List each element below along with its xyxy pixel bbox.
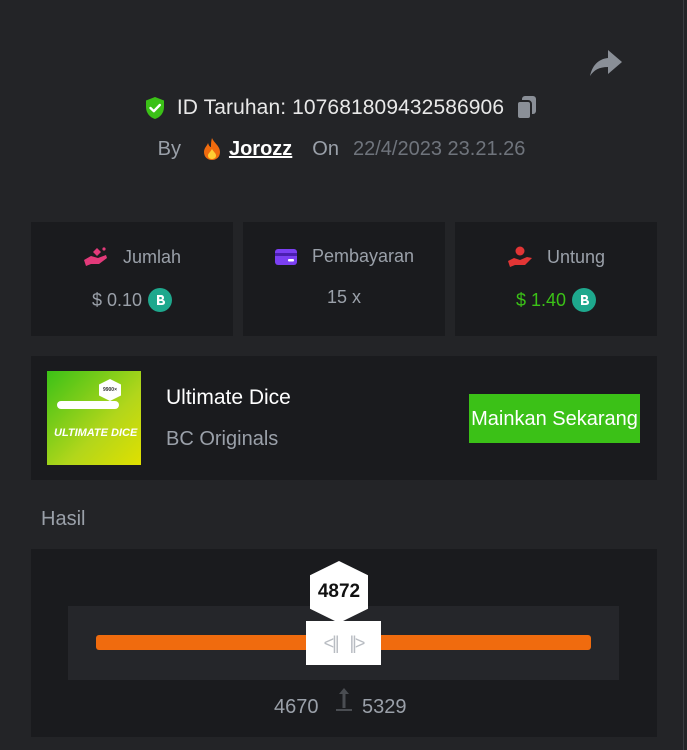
bet-hand-icon	[83, 247, 107, 266]
up-arrow-icon	[336, 688, 352, 711]
card-icon	[274, 248, 297, 265]
stat-amount: Jumlah $ 0.10	[31, 222, 233, 336]
game-card: 9900× ULTIMATE DICE Ultimate Dice BC Ori…	[31, 356, 657, 480]
result-heading: Hasil	[41, 508, 86, 530]
stat-profit: Untung $ 1.40	[455, 222, 657, 336]
verified-shield-icon	[145, 97, 164, 119]
stats-row: Jumlah $ 0.10 Pembayaran 15 x Untung $ 1…	[31, 222, 657, 336]
fire-icon	[203, 138, 220, 160]
stat-payout: Pembayaran 15 x	[243, 222, 445, 336]
game-provider: BC Originals	[166, 428, 279, 450]
slider-handle[interactable]: <|| ||>	[306, 621, 381, 665]
username-link[interactable]: Jorozz	[229, 138, 292, 161]
bet-detail-panel: ID Taruhan: 107681809432586906 By Jorozz…	[0, 0, 684, 750]
range-high: 5329	[362, 696, 407, 718]
bet-id-row: ID Taruhan: 107681809432586906	[0, 94, 683, 122]
stat-amount-label: Jumlah	[122, 246, 182, 267]
copy-icon[interactable]	[514, 94, 540, 122]
game-name: Ultimate Dice	[166, 386, 291, 409]
thumb-title: ULTIMATE DICE	[54, 427, 138, 439]
bet-date: 22/4/2023 23.21.26	[352, 137, 526, 160]
chevron-left-icon: <||	[323, 632, 340, 653]
game-thumbnail[interactable]: 9900× ULTIMATE DICE	[47, 371, 141, 465]
thumb-multiplier-badge: 9900×	[99, 379, 121, 401]
by-label: By	[157, 137, 181, 160]
bet-id-text: ID Taruhan: 107681809432586906	[176, 96, 505, 119]
chevron-right-icon: ||>	[349, 632, 366, 653]
result-panel: <|| ||> 4872 4670 5329	[31, 549, 657, 737]
on-label: On	[312, 137, 339, 160]
stat-payout-label: Pembayaran	[311, 246, 415, 266]
stat-amount-value: $ 0.10	[91, 289, 143, 310]
bc-coin-icon	[572, 288, 597, 312]
stat-payout-value: 15 x	[326, 287, 362, 307]
stat-profit-label: Untung	[546, 246, 606, 267]
range-low: 4670	[274, 696, 319, 718]
share-icon[interactable]	[588, 48, 624, 78]
play-now-button[interactable]: Mainkan Sekarang	[469, 394, 640, 443]
thumb-slider-bar	[57, 401, 119, 409]
profit-hand-icon	[507, 246, 532, 267]
bc-coin-icon	[148, 288, 173, 312]
author-row: By Jorozz On 22/4/2023 23.21.26	[0, 137, 683, 161]
stat-profit-value: $ 1.40	[515, 289, 567, 310]
